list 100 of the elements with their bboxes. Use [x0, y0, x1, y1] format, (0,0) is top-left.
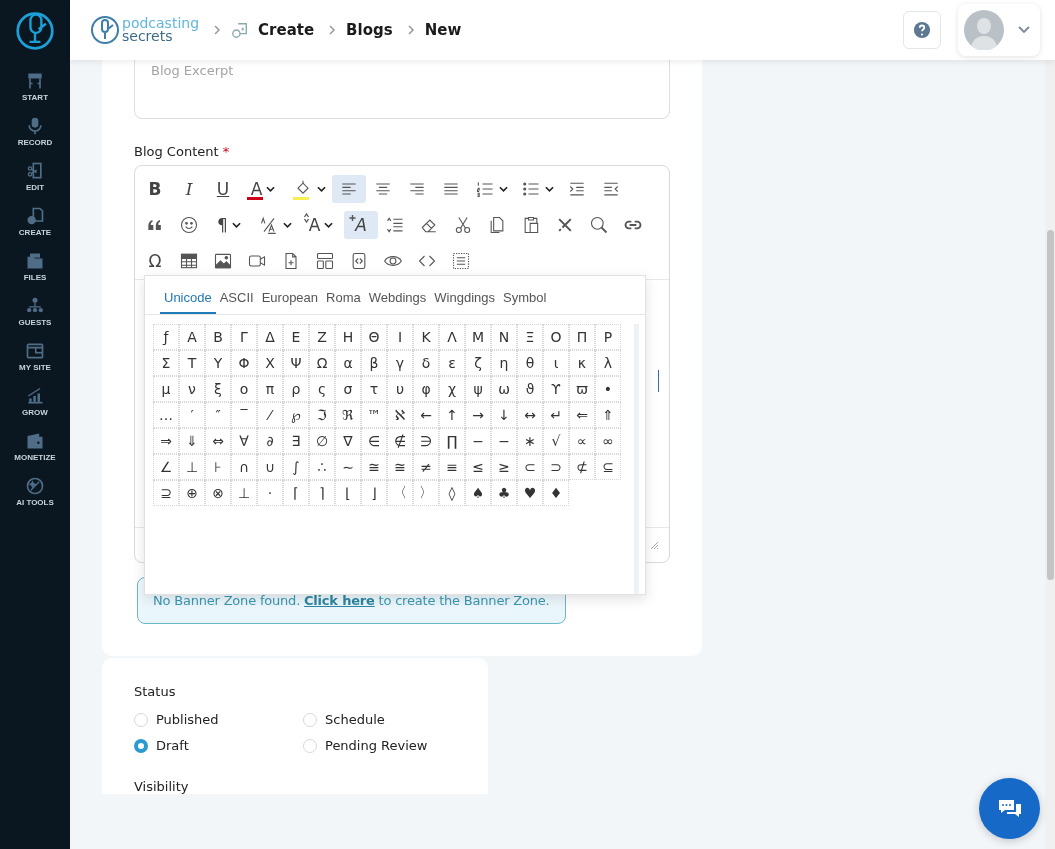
character-cell[interactable]: Ι [387, 324, 413, 350]
character-cell[interactable]: Γ [231, 324, 257, 350]
character-cell[interactable]: β [361, 350, 387, 376]
character-cell[interactable]: φ [413, 376, 439, 402]
character-cell[interactable]: ⌊ [335, 480, 361, 506]
character-cell[interactable]: ⊄ [569, 454, 595, 480]
character-cell[interactable]: Τ [179, 350, 205, 376]
breadcrumb-link[interactable]: New [424, 21, 462, 39]
character-cell[interactable]: ω [491, 376, 517, 402]
breadcrumb-link[interactable]: Create [258, 21, 315, 39]
sidebar-item[interactable]: MY SITE [19, 341, 51, 386]
status-radio[interactable]: Pending Review [303, 738, 456, 753]
character-cell[interactable]: ⊕ [179, 480, 205, 506]
sidebar-item[interactable]: RECORD [17, 116, 53, 161]
character-cell[interactable]: Β [205, 324, 231, 350]
character-cell[interactable]: Ο [543, 324, 569, 350]
microphone-logo-icon[interactable] [15, 11, 55, 51]
character-cell[interactable]: ψ [465, 376, 491, 402]
character-cell[interactable]: ↑ [439, 402, 465, 428]
character-cell[interactable]: ⌉ [309, 480, 335, 506]
character-cell[interactable]: ∼ [335, 454, 361, 480]
character-cell[interactable]: ⋅ [257, 480, 283, 506]
character-cell[interactable]: χ [439, 376, 465, 402]
character-cell[interactable]: ∋ [413, 428, 439, 454]
character-cell[interactable]: ⊇ [153, 480, 179, 506]
sidebar-item[interactable]: START [21, 71, 49, 116]
character-cell[interactable]: ϖ [569, 376, 595, 402]
status-radio[interactable]: Schedule [303, 712, 456, 727]
character-cell[interactable]: ♦ [543, 480, 569, 506]
character-cell[interactable]: Χ [257, 350, 283, 376]
character-cell[interactable]: Ν [491, 324, 517, 350]
character-cell[interactable]: ∀ [231, 428, 257, 454]
character-cell[interactable]: Υ [205, 350, 231, 376]
character-cell[interactable]: ℜ [335, 402, 361, 428]
character-cell[interactable]: Θ [361, 324, 387, 350]
character-cell[interactable]: ε [439, 350, 465, 376]
character-cell[interactable]: ⊗ [205, 480, 231, 506]
character-cell[interactable]: ∉ [387, 428, 413, 454]
character-cell[interactable]: ⌈ [283, 480, 309, 506]
character-cell[interactable]: ⌋ [361, 480, 387, 506]
tab[interactable]: Symbol [499, 284, 551, 314]
character-cell[interactable]: γ [387, 350, 413, 376]
character-cell[interactable]: Η [335, 324, 361, 350]
character-cell[interactable]: ∃ [283, 428, 309, 454]
character-cell[interactable]: ↔ [517, 402, 543, 428]
tab[interactable]: Roma [322, 284, 365, 314]
character-cell[interactable]: 〉 [413, 480, 439, 506]
character-cell[interactable]: Α [179, 324, 205, 350]
sidebar-item[interactable]: AI TOOLS [16, 476, 54, 521]
character-cell[interactable]: ⊆ [595, 454, 621, 480]
character-cell[interactable]: Μ [465, 324, 491, 350]
character-cell[interactable]: ∫ [283, 454, 309, 480]
character-cell[interactable]: ≅ [361, 454, 387, 480]
character-cell[interactable]: ƒ [153, 324, 179, 350]
character-cell[interactable]: κ [569, 350, 595, 376]
character-cell[interactable]: ≥ [491, 454, 517, 480]
sidebar-item[interactable]: GUESTS [18, 296, 52, 341]
sidebar-item[interactable]: GROW [22, 386, 48, 431]
sidebar-item[interactable]: EDIT [25, 161, 45, 206]
character-cell[interactable]: ∪ [257, 454, 283, 480]
chat-button[interactable] [979, 778, 1040, 839]
status-radio[interactable]: Published [134, 712, 303, 727]
omega-button[interactable]: Ω [138, 247, 172, 275]
character-cell[interactable]: ← [413, 402, 439, 428]
character-cell[interactable]: ∏ [439, 428, 465, 454]
character-cell[interactable]: α [335, 350, 361, 376]
character-cell[interactable]: ‾ [231, 402, 257, 428]
character-cell[interactable]: Ψ [283, 350, 309, 376]
breadcrumb-link[interactable]: Blogs [346, 21, 393, 39]
character-cell[interactable]: η [491, 350, 517, 376]
character-cell[interactable]: ζ [465, 350, 491, 376]
character-cell[interactable]: π [257, 376, 283, 402]
text-size-button[interactable]: A [298, 211, 344, 239]
character-cell[interactable]: ≡ [439, 454, 465, 480]
character-cell[interactable]: Ε [283, 324, 309, 350]
character-cell[interactable]: → [465, 402, 491, 428]
character-cell[interactable]: ∴ [309, 454, 335, 480]
character-cell[interactable]: √ [543, 428, 569, 454]
tab[interactable]: European [257, 284, 323, 314]
character-cell[interactable]: ↓ [491, 402, 517, 428]
character-cell[interactable]: ⇐ [569, 402, 595, 428]
align-left-button[interactable] [332, 175, 366, 203]
character-cell[interactable]: ∠ [153, 454, 179, 480]
paragraph-button[interactable]: ¶ [206, 211, 252, 239]
podcasting-secrets-logo[interactable]: podcasting secrets [90, 15, 200, 45]
character-cell[interactable]: ℑ [309, 402, 335, 428]
sidebar-item[interactable]: FILES [23, 251, 47, 296]
help-button[interactable] [903, 11, 941, 49]
character-cell[interactable]: ≅ [387, 454, 413, 480]
resize-handle-icon[interactable] [649, 540, 659, 550]
character-cell[interactable]: ⊥ [231, 480, 257, 506]
character-cell[interactable]: … [153, 402, 179, 428]
character-cell[interactable]: ⇒ [153, 428, 179, 454]
character-cell[interactable]: ς [309, 376, 335, 402]
character-cell[interactable]: ⇑ [595, 402, 621, 428]
character-cell[interactable]: λ [595, 350, 621, 376]
character-cell[interactable]: • [595, 376, 621, 402]
character-cell[interactable]: Φ [231, 350, 257, 376]
click-here-link[interactable]: Click here [304, 593, 375, 608]
character-cell[interactable]: υ [387, 376, 413, 402]
